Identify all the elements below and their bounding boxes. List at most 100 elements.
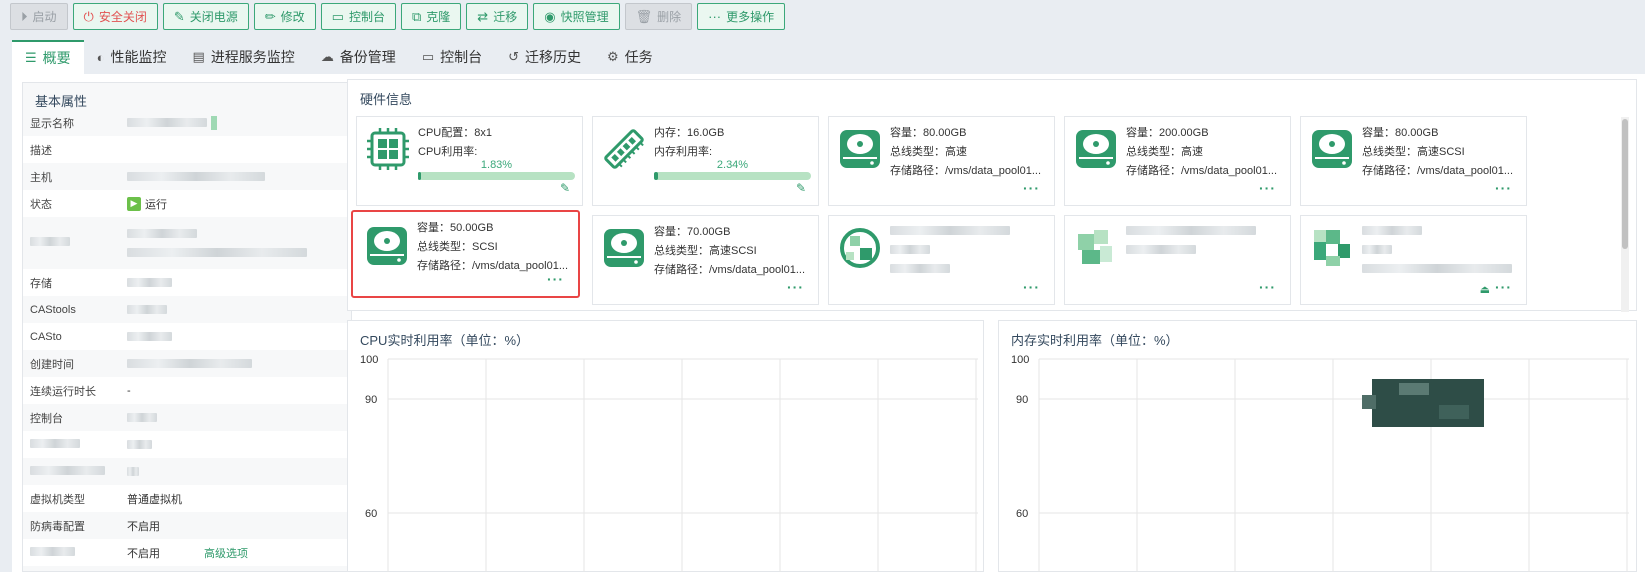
panel-title: 硬件信息	[360, 92, 413, 107]
cpu-usage-fill	[418, 172, 422, 180]
cpu-card[interactable]: CPU配置：8x1 CPU利用率: 1.83% ✎	[356, 116, 583, 206]
more-icon[interactable]: ···	[1023, 180, 1040, 196]
cdrom-card[interactable]: ⏏ ···	[1300, 215, 1527, 305]
prop-row	[23, 217, 351, 269]
edit-icon[interactable]: ✎	[796, 181, 806, 195]
memory-usage-fill	[654, 172, 658, 180]
gauge-icon: ◐	[96, 49, 105, 65]
more-icon[interactable]: ···	[1495, 279, 1512, 295]
y-tick-label: 60	[1016, 508, 1028, 520]
toolbar: ⏵ 启动 ⏻ 安全关闭 ✎ 关闭电源 ✏ 修改 ▭ 控制台 ⧉ 克隆 ⇄ 迁移 ◉ 快照管理 🗑…	[10, 3, 786, 31]
device-card[interactable]: ···	[1064, 215, 1291, 305]
redacted-value	[127, 172, 265, 181]
server-icon: ▤	[192, 49, 205, 64]
disk-card[interactable]: 容量：80.00GB 总线类型：高速 存储路径：/vms/data_pool01..…	[828, 116, 1055, 206]
prop-row: 不启用 高级选项	[23, 539, 351, 566]
memory-chart: 内存实时利用率（单位：%） 100 90 60	[998, 320, 1637, 572]
hardware-scrollbar[interactable]	[1621, 117, 1629, 312]
redacted-value	[127, 229, 197, 238]
safe-shutdown-button[interactable]: ⏻ 安全关闭	[72, 3, 158, 30]
redacted-mark	[211, 115, 217, 130]
redacted-value	[127, 118, 207, 127]
prop-row: 状态 ▶ 运行	[23, 190, 351, 217]
disk-card-selected[interactable]: 容量：50.00GB 总线类型：SCSI 存储路径：/vms/data_pool01…	[351, 210, 580, 298]
disk-card[interactable]: 容量：200.00GB 总线类型：高速 存储路径：/vms/data_pool01.…	[1064, 116, 1291, 206]
tab-process-monitor[interactable]: ▤ 进程服务监控	[180, 40, 308, 74]
disk-icon	[1076, 130, 1116, 168]
monitor-icon: ▭	[421, 49, 435, 64]
redacted-value	[127, 248, 307, 257]
prop-row: 创建时间	[23, 350, 351, 377]
redacted-value	[890, 226, 1010, 235]
clone-icon: ⧉	[411, 9, 422, 24]
more-actions-button[interactable]: ··· 更多操作	[697, 3, 786, 30]
memory-chart-plot: 100 90 60	[1011, 354, 1629, 572]
history-icon: ↺	[508, 49, 520, 64]
running-status-icon: ▶	[127, 196, 141, 211]
migrate-icon: ⇄	[477, 9, 489, 24]
tab-performance[interactable]: ◐ 性能监控	[84, 40, 180, 74]
edit-button[interactable]: ✏ 修改	[253, 3, 316, 30]
tab-overview[interactable]: ☰ 概要	[12, 40, 84, 74]
gear-icon: ⚙	[607, 49, 619, 64]
console-button[interactable]: ▭ 控制台	[320, 3, 396, 30]
redacted-value	[127, 467, 139, 476]
redacted-value	[127, 305, 167, 314]
power-icon: ⏻	[83, 9, 94, 24]
redacted-value	[890, 264, 950, 273]
tab-backup[interactable]: ☁ 备份管理	[308, 40, 409, 74]
more-icon[interactable]: ···	[1259, 180, 1276, 196]
y-tick-label: 100	[360, 354, 378, 366]
y-tick-label: 60	[365, 508, 377, 520]
tab-console[interactable]: ▭ 控制台	[409, 40, 495, 74]
disk-card[interactable]: 容量：70.00GB 总线类型：高速SCSI 存储路径：/vms/data_pool…	[592, 215, 819, 305]
redacted-label	[30, 465, 105, 475]
scrollbar-thumb[interactable]	[1622, 119, 1628, 249]
start-button[interactable]: ⏵ 启动	[10, 3, 68, 30]
status-text: 运行	[145, 198, 167, 211]
more-icon[interactable]: ···	[547, 271, 564, 287]
redacted-value	[1126, 245, 1196, 254]
more-icon[interactable]: ···	[1495, 180, 1512, 196]
snapshot-button[interactable]: ◉ 快照管理	[533, 3, 620, 30]
memory-card[interactable]: 内存：16.0GB 内存利用率: 2.34% ✎	[592, 116, 819, 206]
more-icon[interactable]: ···	[1259, 279, 1276, 295]
network-card[interactable]: ···	[828, 215, 1055, 305]
y-tick-label: 90	[1016, 394, 1028, 406]
disk-icon	[1312, 130, 1352, 168]
advanced-options-link[interactable]: 高级选项	[204, 545, 248, 561]
tab-tasks[interactable]: ⚙ 任务	[594, 40, 666, 74]
prop-row: 控制台	[23, 404, 351, 431]
migrate-button[interactable]: ⇄ 迁移	[466, 3, 529, 30]
main-content: 基本属性 显示名称 描述 主机 状态 ▶ 运行 存储 CAStools CASt…	[12, 74, 1645, 572]
memory-usage-bar	[654, 172, 811, 180]
disk-icon	[367, 227, 407, 265]
prop-row: CAStools	[23, 296, 351, 323]
more-icon[interactable]: ···	[1023, 279, 1040, 295]
y-tick-label: 90	[365, 394, 377, 406]
delete-button[interactable]: 🗑 删除	[624, 3, 693, 30]
prop-row: 描述	[23, 136, 351, 163]
power-off-button[interactable]: ✎ 关闭电源	[162, 3, 249, 30]
redacted-value	[890, 245, 930, 254]
edit-icon[interactable]: ✎	[560, 181, 570, 195]
redacted-label	[30, 546, 75, 556]
prop-row: 主机	[23, 163, 351, 190]
more-icon[interactable]: ···	[787, 279, 804, 295]
memory-icon	[604, 129, 644, 169]
redacted-value	[127, 440, 152, 449]
panel-title: 基本属性	[35, 94, 88, 109]
camera-icon: ◉	[544, 9, 556, 24]
pencil-icon: ✏	[264, 9, 276, 24]
monitor-icon: ▭	[331, 9, 344, 24]
eject-icon[interactable]: ⏏	[1480, 283, 1490, 296]
redacted-value	[1362, 245, 1392, 254]
clone-button[interactable]: ⧉ 克隆	[400, 3, 462, 30]
plug-icon: ✎	[173, 9, 185, 24]
cpu-usage-label: 1.83%	[480, 159, 513, 171]
redacted-value	[127, 359, 252, 368]
tab-migration-history[interactable]: ↺ 迁移历史	[495, 40, 594, 74]
disk-icon	[604, 229, 644, 267]
prop-row: 虚拟机类型 普通虚拟机	[23, 485, 351, 512]
disk-card[interactable]: 容量：80.00GB 总线类型：高速SCSI 存储路径：/vms/data_pool…	[1300, 116, 1527, 206]
